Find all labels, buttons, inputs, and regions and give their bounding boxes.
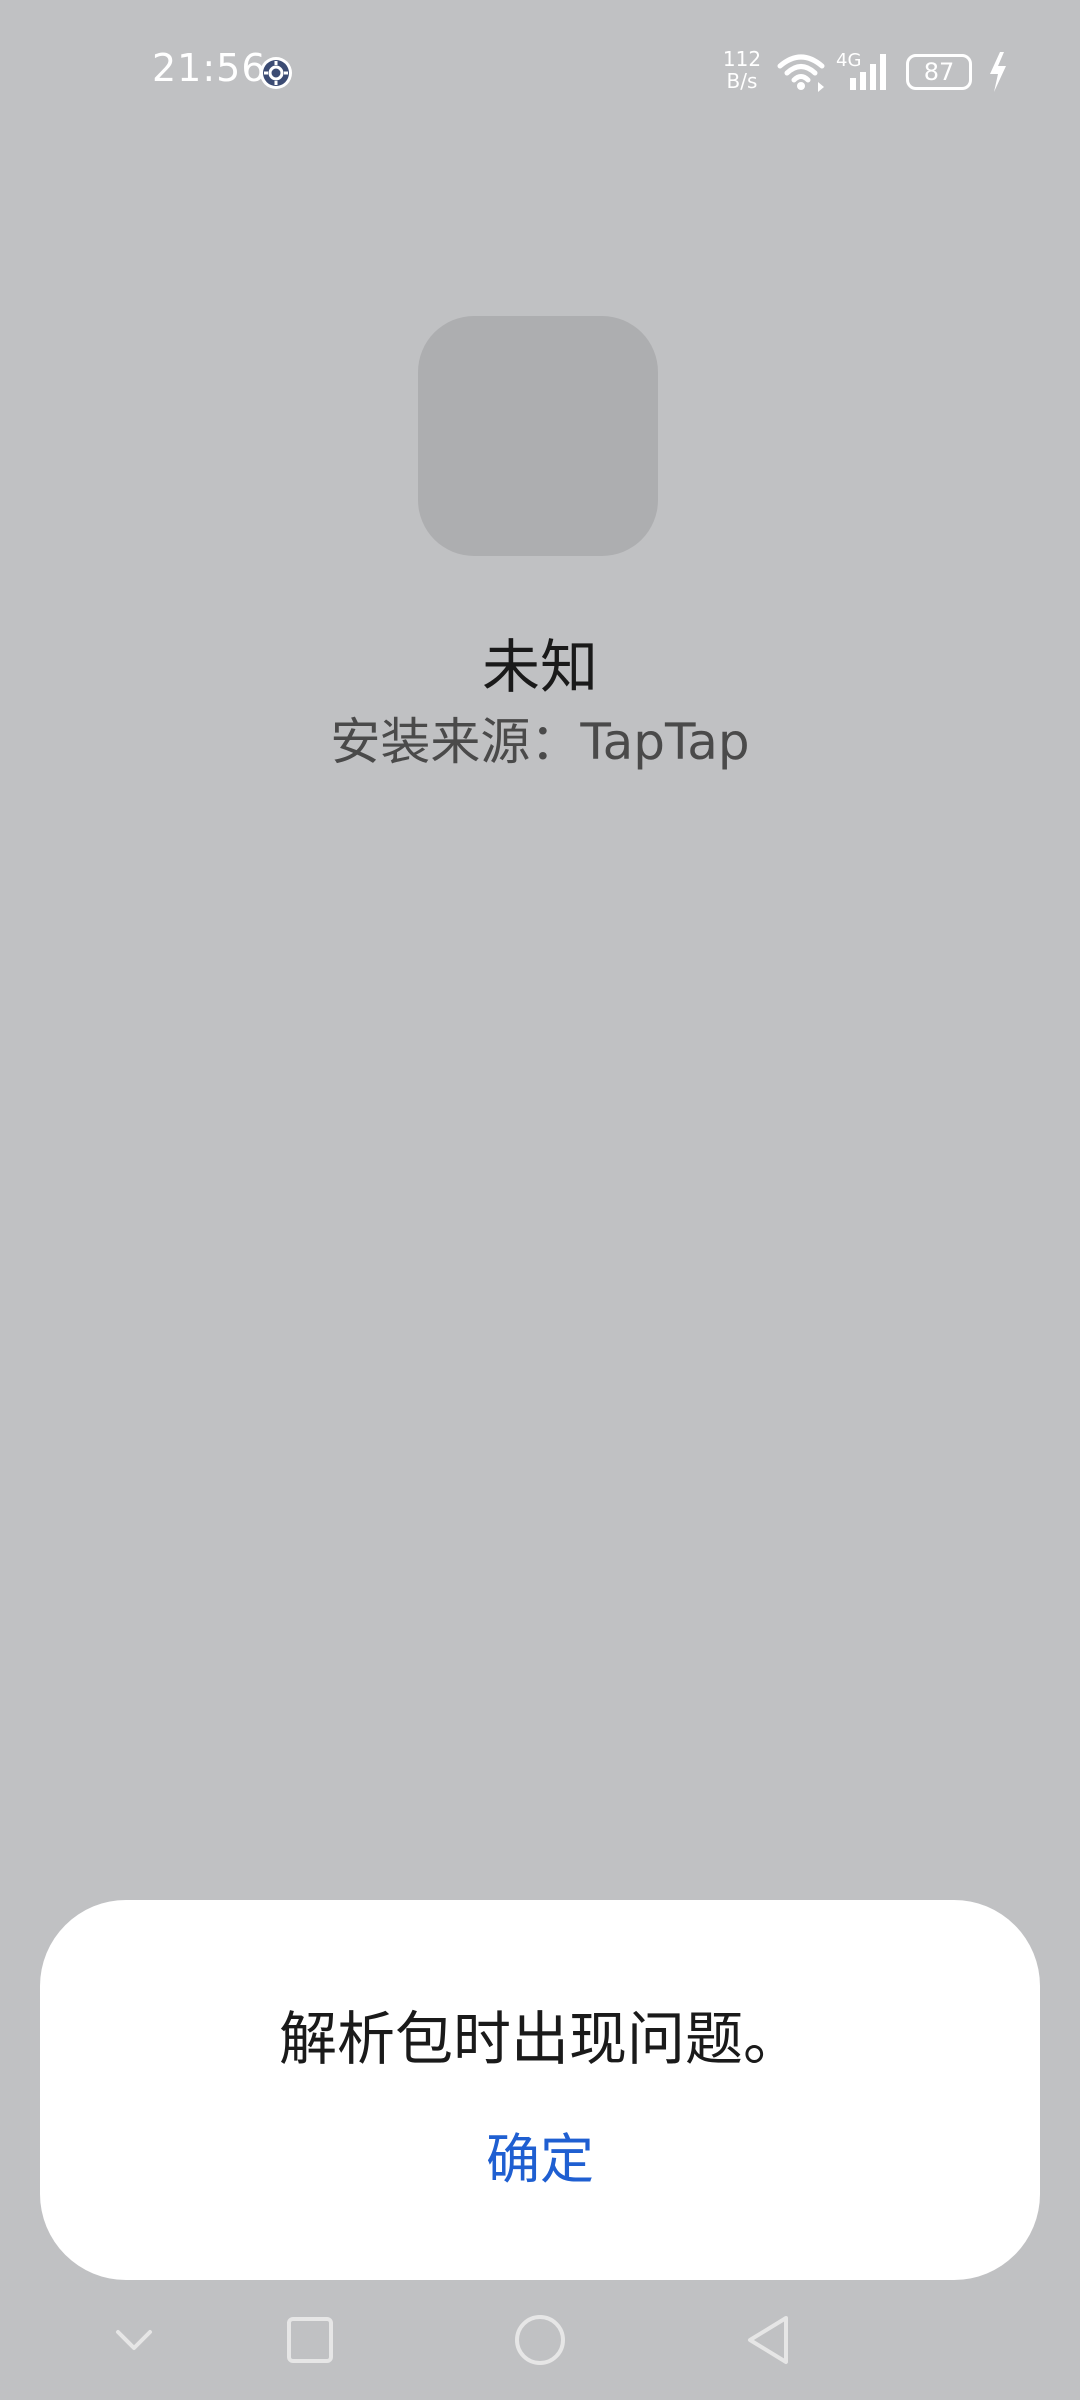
bolt-icon	[990, 52, 1006, 92]
net-speed: 112 B/s	[720, 48, 764, 92]
wifi-icon	[777, 54, 825, 92]
error-dialog: 解析包时出现问题。 确定	[40, 1900, 1040, 2280]
status-bar: 21:56 112 B/s 4G 87	[0, 0, 1080, 150]
net-speed-unit: B/s	[726, 69, 758, 93]
battery-indicator: 87	[906, 54, 972, 90]
signal-icon	[850, 54, 886, 90]
gear-icon	[260, 57, 292, 89]
status-time: 21:56	[152, 46, 267, 90]
dialog-message: 解析包时出现问题。	[278, 2005, 801, 2073]
ok-button[interactable]: 确定	[440, 2120, 640, 2200]
app-icon	[418, 316, 658, 556]
square-icon[interactable]	[280, 2310, 340, 2370]
triangle-back-icon[interactable]	[738, 2310, 798, 2370]
circle-icon[interactable]	[510, 2310, 570, 2370]
install-source: 安装来源：TapTap	[330, 713, 750, 771]
chevron-down-icon[interactable]	[104, 2310, 164, 2370]
net-speed-value: 112	[722, 47, 762, 71]
app-name: 未知	[481, 633, 598, 701]
